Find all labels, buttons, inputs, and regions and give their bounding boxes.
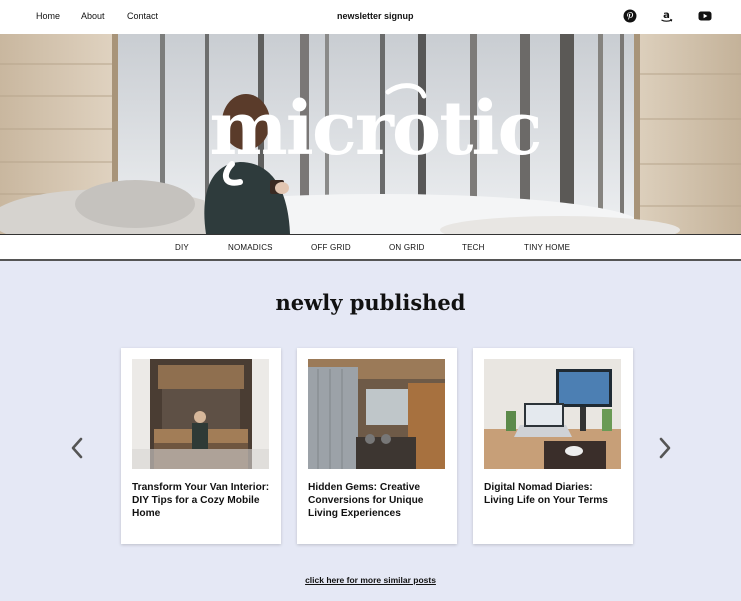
section-title: newly published (275, 290, 466, 315)
pinterest-icon[interactable] (623, 9, 637, 28)
post-thumbnail (308, 359, 445, 469)
category-bar: DIY NOMADICS OFF GRID ON GRID TECH TINY … (0, 234, 741, 261)
hero-banner: microtic (0, 34, 741, 234)
carousel-next-arrow-icon[interactable] (658, 437, 672, 464)
nav-contact-link[interactable]: Contact (127, 11, 158, 21)
nav-about-link[interactable]: About (81, 11, 105, 21)
nav-home-link[interactable]: Home (36, 11, 60, 21)
post-title[interactable]: Digital Nomad Diaries: Living Life on Yo… (484, 482, 624, 508)
newsletter-signup-link[interactable]: newsletter signup (337, 11, 414, 21)
post-title[interactable]: Transform Your Van Interior: DIY Tips fo… (132, 482, 272, 520)
logo-text: microtic (209, 86, 540, 172)
amazon-icon[interactable]: a (660, 9, 673, 28)
post-card[interactable]: Transform Your Van Interior: DIY Tips fo… (121, 348, 281, 544)
youtube-icon[interactable] (698, 9, 712, 28)
top-bar: Home About Contact newsletter signup a (0, 0, 741, 34)
post-card[interactable]: Hidden Gems: Creative Conversions for Un… (297, 348, 457, 544)
more-posts-link[interactable]: click here for more similar posts (0, 575, 741, 585)
microtic-logo[interactable]: microtic (0, 34, 741, 234)
newly-published-section: newly published Transform Your Van Inter… (0, 261, 741, 601)
svg-text:a: a (663, 10, 670, 21)
category-tiny-home[interactable]: TINY HOME (524, 243, 570, 252)
post-thumbnail (132, 359, 269, 469)
post-title[interactable]: Hidden Gems: Creative Conversions for Un… (308, 482, 448, 520)
category-diy[interactable]: DIY (175, 243, 189, 252)
post-card[interactable]: Digital Nomad Diaries: Living Life on Yo… (473, 348, 633, 544)
category-off-grid[interactable]: OFF GRID (311, 243, 351, 252)
carousel-prev-arrow-icon[interactable] (70, 437, 84, 464)
category-on-grid[interactable]: ON GRID (389, 243, 425, 252)
post-thumbnail (484, 359, 621, 469)
category-tech[interactable]: TECH (462, 243, 485, 252)
category-nomadics[interactable]: NOMADICS (228, 243, 273, 252)
